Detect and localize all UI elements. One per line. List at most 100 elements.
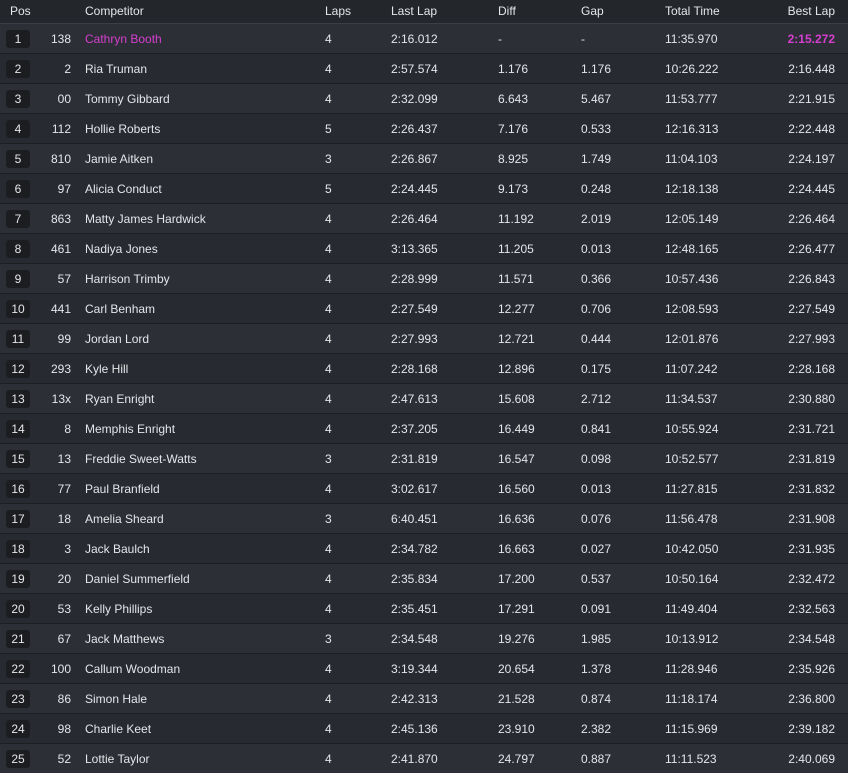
table-row[interactable]: 5 810 Jamie Aitken 3 2:26.867 8.925 1.749 11:04… — [0, 144, 848, 174]
header-best-lap[interactable]: Best Lap — [788, 4, 835, 18]
laps-value: 4 — [325, 392, 332, 406]
competitor-name[interactable]: Nadiya Jones — [85, 242, 158, 256]
position-badge: 16 — [6, 480, 30, 498]
table-row[interactable]: 20 53 Kelly Phillips 4 2:35.451 17.291 0.091 11… — [0, 594, 848, 624]
gap-value: 0.874 — [581, 692, 612, 706]
table-row[interactable]: 3 00 Tommy Gibbard 4 2:32.099 6.643 5.467 11:53… — [0, 84, 848, 114]
laps-value: 5 — [325, 122, 332, 136]
gap-value: 5.467 — [581, 92, 612, 106]
position-badge: 10 — [6, 300, 30, 318]
header-laps[interactable]: Laps — [325, 4, 351, 18]
laps-value: 4 — [325, 362, 332, 376]
competitor-name[interactable]: Freddie Sweet-Watts — [85, 452, 197, 466]
table-row[interactable]: 14 8 Memphis Enright 4 2:37.205 16.449 0.841 10… — [0, 414, 848, 444]
table-row[interactable]: 17 18 Amelia Sheard 3 6:40.451 16.636 0.076 11:… — [0, 504, 848, 534]
diff-value: 16.547 — [498, 452, 535, 466]
table-row[interactable]: 19 20 Daniel Summerfield 4 2:35.834 17.200 0.5… — [0, 564, 848, 594]
table-row[interactable]: 13 13x Ryan Enright 4 2:47.613 15.608 2.712 11:… — [0, 384, 848, 414]
table-row[interactable]: 11 99 Jordan Lord 4 2:27.993 12.721 0.444 12:01… — [0, 324, 848, 354]
diff-value: 24.797 — [498, 752, 535, 766]
competitor-name[interactable]: Ryan Enright — [85, 392, 154, 406]
header-diff[interactable]: Diff — [498, 4, 516, 18]
last-lap-value: 2:26.464 — [391, 212, 438, 226]
position-badge: 4 — [6, 120, 30, 138]
total-time-value: 10:55.924 — [665, 422, 719, 436]
table-row[interactable]: 1 138 Cathryn Booth 4 2:16.012 - - 11:35.970 2:1… — [0, 24, 848, 54]
laps-value: 3 — [325, 452, 332, 466]
table-row[interactable]: 10 441 Carl Benham 4 2:27.549 12.277 0.706 12:0… — [0, 294, 848, 324]
competitor-name[interactable]: Tommy Gibbard — [85, 92, 170, 106]
last-lap-value: 2:28.999 — [391, 272, 438, 286]
table-row[interactable]: 15 13 Freddie Sweet-Watts 3 2:31.819 16.547 0.… — [0, 444, 848, 474]
total-time-value: 12:16.313 — [665, 122, 719, 136]
competitor-number: 99 — [57, 332, 71, 346]
competitor-number: 8 — [64, 422, 71, 436]
position-badge: 5 — [6, 150, 30, 168]
table-row[interactable]: 24 98 Charlie Keet 4 2:45.136 23.910 2.382 11:1… — [0, 714, 848, 744]
position-badge: 2 — [6, 60, 30, 78]
header-gap[interactable]: Gap — [581, 4, 604, 18]
header-pos[interactable]: Pos — [10, 4, 31, 18]
diff-value: 8.925 — [498, 152, 529, 166]
competitor-name[interactable]: Charlie Keet — [85, 722, 151, 736]
gap-value: 1.378 — [581, 662, 612, 676]
table-row[interactable]: 8 461 Nadiya Jones 4 3:13.365 11.205 0.013 12:4… — [0, 234, 848, 264]
gap-value: 1.176 — [581, 62, 612, 76]
total-time-value: 11:07.242 — [665, 362, 718, 376]
competitor-number: 112 — [51, 122, 71, 136]
competitor-name[interactable]: Jordan Lord — [85, 332, 149, 346]
competitor-name[interactable]: Paul Branfield — [85, 482, 160, 496]
table-row[interactable]: 6 97 Alicia Conduct 5 2:24.445 9.173 0.248 12:1… — [0, 174, 848, 204]
gap-value: 0.366 — [581, 272, 612, 286]
table-row[interactable]: 22 100 Callum Woodman 4 3:19.344 20.654 1.378 1… — [0, 654, 848, 684]
competitor-name[interactable]: Carl Benham — [85, 302, 155, 316]
competitor-name[interactable]: Jack Matthews — [85, 632, 164, 646]
competitor-name[interactable]: Simon Hale — [85, 692, 147, 706]
last-lap-value: 2:31.819 — [391, 452, 438, 466]
best-lap-value: 2:28.168 — [788, 362, 835, 376]
header-last-lap[interactable]: Last Lap — [391, 4, 437, 18]
header-competitor[interactable]: Competitor — [85, 4, 144, 18]
table-row[interactable]: 23 86 Simon Hale 4 2:42.313 21.528 0.874 11:18.… — [0, 684, 848, 714]
competitor-name[interactable]: Cathryn Booth — [85, 32, 162, 46]
table-row[interactable]: 7 863 Matty James Hardwick 4 2:26.464 11.192 2… — [0, 204, 848, 234]
laps-value: 4 — [325, 722, 332, 736]
competitor-name[interactable]: Matty James Hardwick — [85, 212, 206, 226]
competitor-name[interactable]: Ria Truman — [85, 62, 147, 76]
competitor-name[interactable]: Jack Baulch — [85, 542, 150, 556]
competitor-number: 138 — [50, 32, 71, 46]
competitor-name[interactable]: Amelia Sheard — [85, 512, 164, 526]
table-row[interactable]: 9 57 Harrison Trimby 4 2:28.999 11.571 0.366 10… — [0, 264, 848, 294]
competitor-name[interactable]: Hollie Roberts — [85, 122, 160, 136]
competitor-name[interactable]: Kelly Phillips — [85, 602, 152, 616]
header-total-time[interactable]: Total Time — [665, 4, 720, 18]
competitor-name[interactable]: Memphis Enright — [85, 422, 175, 436]
table-row[interactable]: 16 77 Paul Branfield 4 3:02.617 16.560 0.013 11… — [0, 474, 848, 504]
table-row[interactable]: 4 112 Hollie Roberts 5 2:26.437 7.176 0.533 12:… — [0, 114, 848, 144]
competitor-name[interactable]: Lottie Taylor — [85, 752, 149, 766]
table-row[interactable]: 25 52 Lottie Taylor 4 2:41.870 24.797 0.887 11:… — [0, 744, 848, 773]
table-row[interactable]: 2 2 Ria Truman 4 2:57.574 1.176 1.176 10:26.222… — [0, 54, 848, 84]
competitor-name[interactable]: Jamie Aitken — [85, 152, 153, 166]
laps-value: 4 — [325, 422, 332, 436]
competitor-name[interactable]: Kyle Hill — [85, 362, 128, 376]
laps-value: 4 — [325, 542, 332, 556]
total-time-value: 12:08.593 — [665, 302, 719, 316]
total-time-value: 10:52.577 — [665, 452, 719, 466]
gap-value: 0.091 — [581, 602, 612, 616]
competitor-number: 86 — [57, 692, 71, 706]
table-row[interactable]: 21 67 Jack Matthews 3 2:34.548 19.276 1.985 10:… — [0, 624, 848, 654]
competitor-name[interactable]: Daniel Summerfield — [85, 572, 190, 586]
gap-value: 1.749 — [581, 152, 612, 166]
table-row[interactable]: 18 3 Jack Baulch 4 2:34.782 16.663 0.027 10:42.… — [0, 534, 848, 564]
competitor-name[interactable]: Callum Woodman — [85, 662, 180, 676]
laps-value: 4 — [325, 482, 332, 496]
table-row[interactable]: 12 293 Kyle Hill 4 2:28.168 12.896 0.175 11:07.… — [0, 354, 848, 384]
total-time-value: 10:42.050 — [665, 542, 719, 556]
competitor-name[interactable]: Harrison Trimby — [85, 272, 170, 286]
competitor-number: 57 — [57, 272, 71, 286]
gap-value: 0.013 — [581, 482, 612, 496]
competitor-name[interactable]: Alicia Conduct — [85, 182, 162, 196]
gap-value: 0.537 — [581, 572, 612, 586]
position-badge: 14 — [6, 420, 30, 438]
